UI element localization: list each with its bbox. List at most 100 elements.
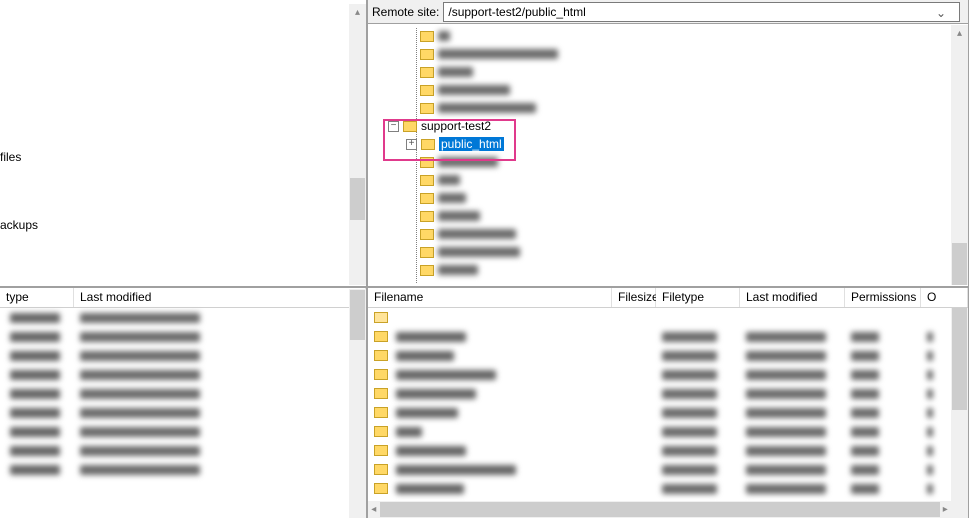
tree-item[interactable]	[368, 207, 951, 225]
scroll-track[interactable]	[380, 502, 940, 517]
remote-tree-scrollbar[interactable]	[951, 25, 968, 285]
remote-list-vscrollbar[interactable]	[951, 289, 968, 501]
scroll-right-icon[interactable]: ▸	[940, 501, 952, 518]
tree-item[interactable]	[368, 99, 951, 117]
list-item[interactable]	[0, 384, 349, 403]
remote-list-hscrollbar[interactable]: ◂ ▸	[368, 501, 951, 518]
cell-filetype	[662, 465, 717, 475]
list-item[interactable]	[368, 308, 951, 327]
scroll-thumb[interactable]	[350, 178, 365, 220]
list-item[interactable]	[368, 422, 951, 441]
scrollbar-corner	[951, 501, 968, 518]
remote-file-list-panel: Filename Filesize Filetype Last modified…	[367, 287, 969, 518]
folder-icon	[374, 331, 388, 342]
tree-item[interactable]	[368, 171, 951, 189]
scroll-left-icon[interactable]: ◂	[368, 501, 380, 518]
cell-modified	[80, 446, 200, 456]
tree-item[interactable]	[368, 261, 951, 279]
tree-item[interactable]	[368, 45, 951, 63]
column-filetype[interactable]: type	[0, 288, 74, 307]
cell-modified	[746, 484, 826, 494]
tree-item[interactable]	[368, 189, 951, 207]
tree-item[interactable]	[368, 27, 951, 45]
list-item[interactable]	[368, 460, 951, 479]
folder-icon	[374, 350, 388, 361]
scroll-thumb[interactable]	[380, 502, 940, 517]
column-permissions[interactable]: Permissions	[845, 288, 921, 307]
local-tree-label-backups[interactable]: ackups	[0, 218, 38, 232]
tree-guide-line	[416, 28, 417, 283]
cell-permissions	[851, 370, 879, 380]
scroll-thumb[interactable]	[350, 290, 365, 340]
tree-item-label	[438, 67, 473, 77]
list-item[interactable]	[0, 308, 349, 327]
column-filename[interactable]: Filename	[368, 288, 612, 307]
column-modified[interactable]: Last modified	[740, 288, 845, 307]
remote-tree[interactable]: −support-test2+public_html	[368, 24, 951, 286]
collapse-icon[interactable]: −	[388, 121, 399, 132]
list-item[interactable]	[0, 460, 349, 479]
list-item[interactable]	[0, 441, 349, 460]
cell-modified	[80, 408, 200, 418]
local-list-rows[interactable]	[0, 308, 349, 518]
local-list-scrollbar[interactable]	[349, 289, 366, 518]
tree-item[interactable]	[368, 153, 951, 171]
list-item[interactable]	[0, 403, 349, 422]
local-tree-scrollbar[interactable]	[349, 4, 366, 285]
list-item[interactable]	[368, 441, 951, 460]
list-item[interactable]	[0, 365, 349, 384]
scroll-up-icon[interactable]	[957, 25, 962, 39]
tree-item-label	[438, 265, 478, 275]
cell-filetype	[662, 389, 717, 399]
list-item[interactable]	[0, 346, 349, 365]
cell-filetype	[10, 389, 60, 399]
cell-owner	[927, 446, 933, 456]
scroll-thumb[interactable]	[952, 306, 967, 410]
cell-modified	[746, 465, 826, 475]
cell-filetype	[662, 370, 717, 380]
list-item[interactable]	[368, 479, 951, 498]
list-item[interactable]	[368, 346, 951, 365]
list-item[interactable]	[0, 422, 349, 441]
remote-list-rows[interactable]	[368, 308, 951, 501]
column-modified[interactable]: Last modified	[74, 288, 366, 307]
cell-filetype	[662, 351, 717, 361]
tree-item[interactable]	[368, 225, 951, 243]
expand-icon[interactable]: +	[406, 139, 417, 150]
parent-folder-icon	[374, 312, 388, 323]
folder-icon	[374, 445, 388, 456]
scroll-thumb[interactable]	[952, 243, 967, 285]
folder-icon	[421, 139, 435, 150]
cell-modified	[746, 446, 826, 456]
tree-item-label	[438, 31, 450, 41]
tree-item[interactable]	[368, 81, 951, 99]
list-item[interactable]	[0, 327, 349, 346]
tree-item[interactable]	[368, 243, 951, 261]
list-item[interactable]	[368, 365, 951, 384]
list-item[interactable]	[368, 327, 951, 346]
column-owner[interactable]: O	[921, 288, 968, 307]
tree-item-public-html[interactable]: +public_html	[368, 135, 951, 153]
tree-item-support-test2[interactable]: −support-test2	[368, 117, 951, 135]
remote-site-input[interactable]	[443, 2, 960, 22]
tree-item-label	[438, 49, 558, 59]
column-filetype[interactable]: Filetype	[656, 288, 740, 307]
cell-modified	[80, 370, 200, 380]
list-item[interactable]	[368, 384, 951, 403]
folder-icon	[420, 67, 434, 78]
tree-item-label	[438, 193, 466, 203]
folder-icon	[420, 49, 434, 60]
list-item[interactable]	[368, 403, 951, 422]
tree-item-label	[438, 103, 536, 113]
column-filesize[interactable]: Filesize	[612, 288, 656, 307]
tree-item[interactable]	[368, 63, 951, 81]
folder-icon	[420, 175, 434, 186]
cell-filetype	[10, 465, 60, 475]
cell-permissions	[851, 332, 879, 342]
cell-owner	[927, 389, 933, 399]
local-tree-label-files[interactable]: files	[0, 150, 21, 164]
local-file-list-panel: type Last modified	[0, 287, 367, 518]
scroll-up-icon[interactable]	[355, 4, 360, 18]
cell-filetype	[10, 427, 60, 437]
cell-filetype	[662, 408, 717, 418]
